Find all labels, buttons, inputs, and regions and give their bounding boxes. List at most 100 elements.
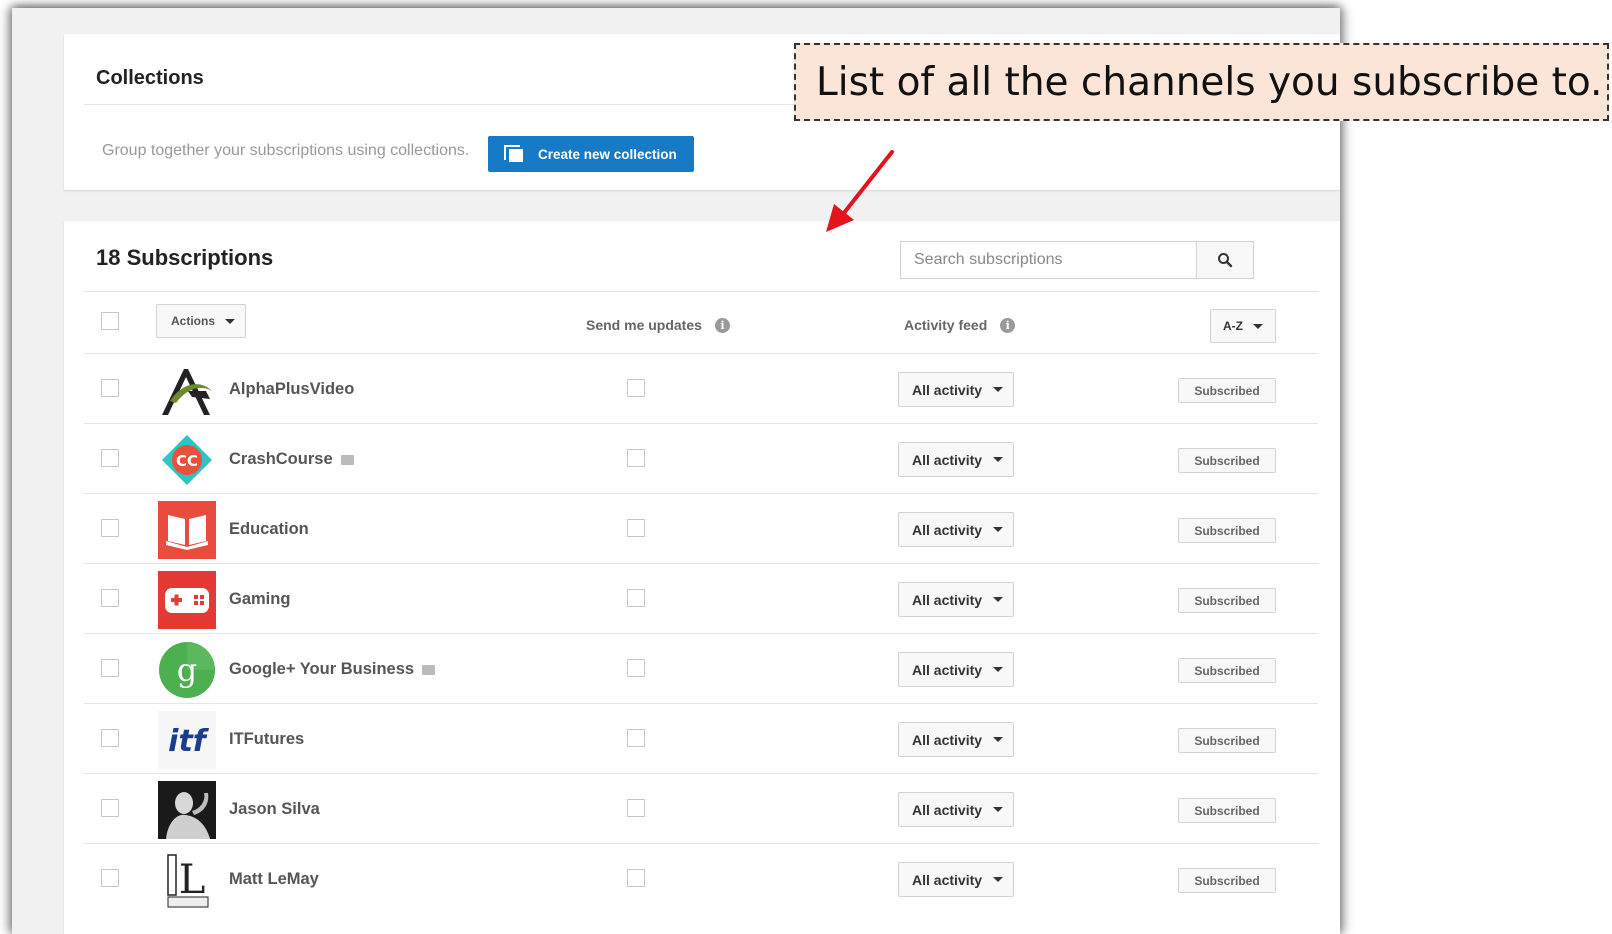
crashcourse-logo[interactable]: CC — [158, 431, 216, 489]
channel-name[interactable]: Jason Silva — [229, 800, 320, 819]
chevron-down-icon — [1253, 323, 1263, 329]
send-updates-checkbox[interactable] — [627, 659, 645, 677]
row-select-checkbox[interactable] — [101, 449, 119, 467]
send-updates-checkbox[interactable] — [627, 379, 645, 397]
actions-label: Actions — [171, 314, 216, 328]
crashcourse-logo-text: CC — [176, 452, 198, 470]
search-input[interactable] — [901, 242, 1196, 278]
subscribed-button[interactable]: Subscribed — [1178, 378, 1276, 403]
chevron-down-icon — [993, 667, 1004, 672]
chevron-down-icon — [225, 318, 236, 324]
create-new-collection-button[interactable]: Create new collection — [488, 136, 694, 172]
subscription-row: g Google+ Your Business All activity Sub… — [84, 633, 1318, 704]
alphaplus-logo[interactable] — [158, 361, 216, 419]
itf-logo-text: itf — [168, 724, 210, 759]
activity-label: All activity — [912, 731, 983, 748]
collection-stack-icon — [504, 145, 526, 163]
row-select-checkbox[interactable] — [101, 729, 119, 747]
activity-feed-label: Activity feed — [904, 317, 988, 333]
sort-label: A-Z — [1223, 319, 1243, 333]
chevron-down-icon — [993, 737, 1004, 742]
row-select-checkbox[interactable] — [101, 519, 119, 537]
itf-logo[interactable]: itf — [158, 711, 216, 769]
subscription-row: L Matt LeMay All activity Subscribed — [84, 843, 1318, 914]
activity-dropdown[interactable]: All activity — [898, 862, 1014, 897]
info-icon[interactable]: i — [714, 317, 730, 333]
send-updates-checkbox[interactable] — [627, 799, 645, 817]
select-all-checkbox[interactable] — [101, 312, 119, 330]
channel-name[interactable]: Education — [229, 520, 309, 539]
chevron-down-icon — [993, 527, 1004, 532]
subscription-row: AlphaPlusVideo All activity Subscribed — [84, 353, 1318, 424]
channel-name[interactable]: Matt LeMay — [229, 870, 319, 889]
send-updates-checkbox[interactable] — [627, 449, 645, 467]
subscribed-button[interactable]: Subscribed — [1178, 868, 1276, 893]
activity-label: All activity — [912, 521, 983, 538]
chevron-down-icon — [993, 457, 1004, 462]
activity-label: All activity — [912, 381, 983, 398]
activity-label: All activity — [912, 801, 983, 818]
subscribed-button[interactable]: Subscribed — [1178, 728, 1276, 753]
create-button-label: Create new collection — [538, 146, 677, 162]
google-business-logo-text: g — [177, 651, 197, 689]
activity-label: All activity — [912, 661, 983, 678]
subscription-row: Gaming All activity Subscribed — [84, 563, 1318, 634]
sort-dropdown[interactable]: A-Z — [1210, 309, 1276, 343]
row-select-checkbox[interactable] — [101, 659, 119, 677]
verified-icon — [422, 664, 436, 675]
activity-label: All activity — [912, 451, 983, 468]
collections-description: Group together your subscriptions using … — [102, 142, 470, 159]
activity-dropdown[interactable]: All activity — [898, 722, 1014, 757]
channel-name[interactable]: CrashCourse — [229, 450, 354, 469]
activity-dropdown[interactable]: All activity — [898, 442, 1014, 477]
channel-name[interactable]: AlphaPlusVideo — [229, 380, 354, 399]
activity-label: All activity — [912, 871, 983, 888]
send-updates-checkbox[interactable] — [627, 729, 645, 747]
search-icon — [1218, 253, 1233, 268]
subscription-row: Jason Silva All activity Subscribed — [84, 773, 1318, 844]
chevron-down-icon — [993, 387, 1004, 392]
subscribed-button[interactable]: Subscribed — [1178, 518, 1276, 543]
gamepad-icon[interactable] — [158, 571, 216, 629]
red-arrow-icon — [826, 150, 894, 232]
row-select-checkbox[interactable] — [101, 589, 119, 607]
channel-name[interactable]: ITFutures — [229, 730, 304, 749]
send-updates-checkbox[interactable] — [627, 589, 645, 607]
subscription-row: Education All activity Subscribed — [84, 493, 1318, 564]
row-select-checkbox[interactable] — [101, 379, 119, 397]
send-updates-label: Send me updates — [586, 317, 702, 333]
activity-label: All activity — [912, 591, 983, 608]
subscriptions-card: 18 Subscriptions Actions Send me updates… — [64, 221, 1340, 934]
book-icon[interactable] — [158, 501, 216, 559]
screenshot-frame: Collections Group together your subscrip… — [12, 8, 1340, 934]
lemay-logo-text: L — [179, 857, 206, 903]
subscription-row: itf ITFutures All activity Subscribed — [84, 703, 1318, 774]
activity-dropdown[interactable]: All activity — [898, 792, 1014, 827]
verified-icon — [340, 454, 354, 465]
subscribed-button[interactable]: Subscribed — [1178, 798, 1276, 823]
search-button[interactable] — [1196, 242, 1253, 278]
activity-dropdown[interactable]: All activity — [898, 372, 1014, 407]
send-updates-checkbox[interactable] — [627, 519, 645, 537]
actions-dropdown[interactable]: Actions — [156, 304, 246, 338]
search-box — [900, 241, 1254, 279]
activity-dropdown[interactable]: All activity — [898, 652, 1014, 687]
activity-feed-header: Activity feed i — [904, 317, 1016, 333]
collections-title: Collections — [96, 67, 204, 89]
profile-photo[interactable] — [158, 781, 216, 839]
divider — [84, 291, 1318, 292]
activity-dropdown[interactable]: All activity — [898, 582, 1014, 617]
activity-dropdown[interactable]: All activity — [898, 512, 1014, 547]
row-select-checkbox[interactable] — [101, 869, 119, 887]
info-icon[interactable]: i — [1000, 317, 1016, 333]
subscriptions-title: 18 Subscriptions — [96, 245, 274, 270]
send-updates-checkbox[interactable] — [627, 869, 645, 887]
subscribed-button[interactable]: Subscribed — [1178, 448, 1276, 473]
lemay-logo[interactable]: L — [158, 851, 216, 909]
row-select-checkbox[interactable] — [101, 799, 119, 817]
google-business-logo[interactable]: g — [158, 641, 216, 699]
subscribed-button[interactable]: Subscribed — [1178, 588, 1276, 613]
channel-name[interactable]: Gaming — [229, 590, 290, 609]
subscribed-button[interactable]: Subscribed — [1178, 658, 1276, 683]
channel-name[interactable]: Google+ Your Business — [229, 660, 436, 679]
